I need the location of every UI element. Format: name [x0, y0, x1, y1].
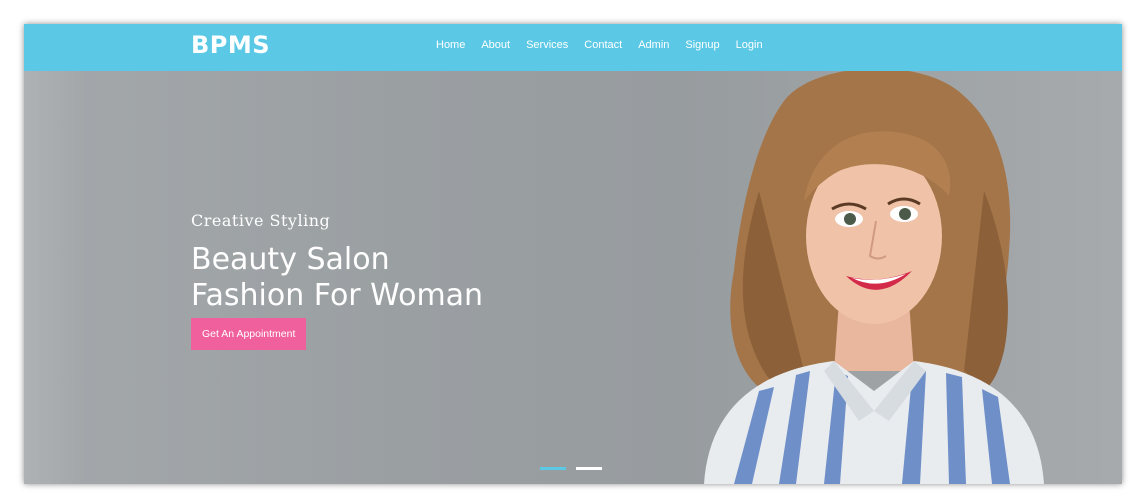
nav-item-services[interactable]: Services [526, 39, 568, 51]
hero-portrait-image [704, 71, 1044, 484]
hero-shade [24, 71, 84, 484]
nav-item-about[interactable]: About [481, 39, 510, 51]
nav-item-admin[interactable]: Admin [638, 39, 669, 51]
hero-headline-line2: Fashion For Woman [191, 278, 484, 313]
carousel-indicator-1[interactable] [540, 467, 566, 470]
nav-item-home[interactable]: Home [436, 39, 465, 51]
nav-item-login[interactable]: Login [736, 39, 763, 51]
hero-headline: Beauty Salon Fashion For Woman [191, 242, 483, 314]
page-frame: BPMS Home About Services Contact Admin S… [24, 24, 1122, 484]
carousel-indicator-2[interactable] [576, 467, 602, 470]
hero-slider: Creative Styling Beauty Salon Fashion Fo… [24, 71, 1122, 484]
carousel-indicators [540, 467, 602, 470]
brand-logo[interactable]: BPMS [191, 31, 270, 59]
hero-headline-line1: Beauty Salon [191, 242, 390, 277]
hero-content: Creative Styling Beauty Salon Fashion Fo… [191, 211, 483, 350]
nav-menu: Home About Services Contact Admin Signup… [436, 39, 779, 51]
nav-item-signup[interactable]: Signup [685, 39, 719, 51]
navbar: BPMS Home About Services Contact Admin S… [24, 24, 1122, 71]
get-appointment-button[interactable]: Get An Appointment [191, 318, 307, 350]
hero-tagline: Creative Styling [191, 211, 331, 230]
nav-item-contact[interactable]: Contact [584, 39, 622, 51]
